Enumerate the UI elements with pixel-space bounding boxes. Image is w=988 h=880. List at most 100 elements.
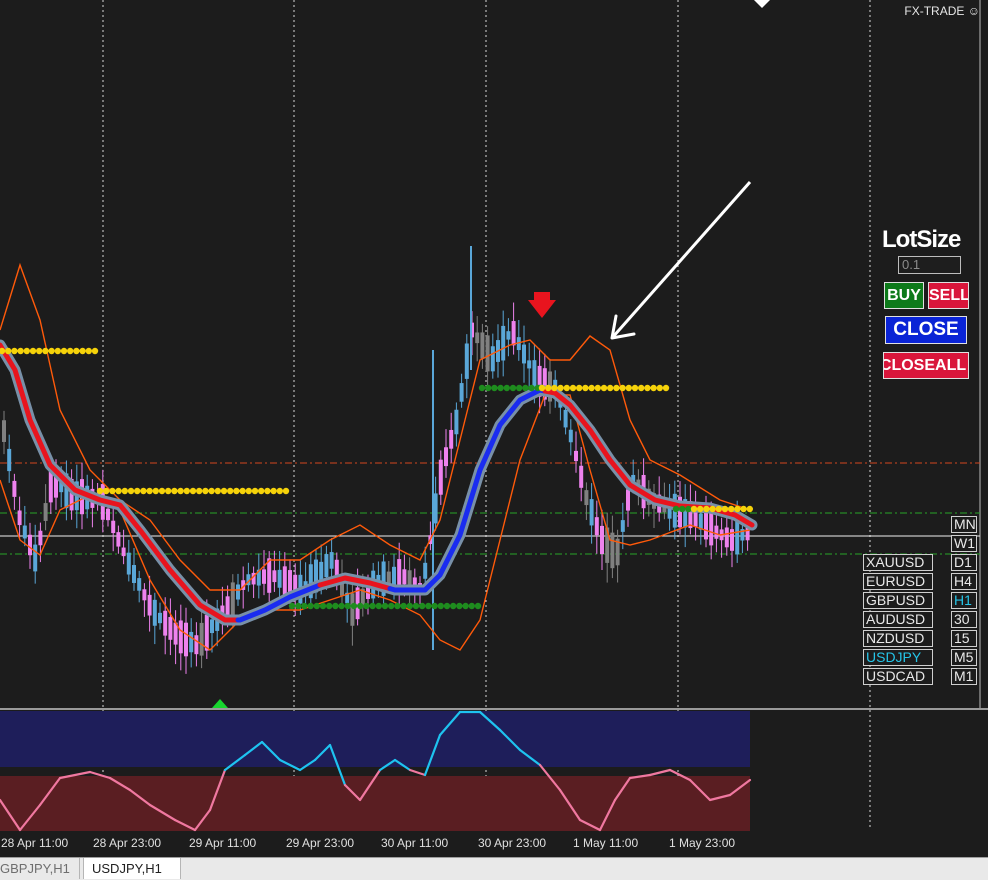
support-dot [450, 602, 457, 610]
timeframe-button-mn[interactable]: MN [951, 516, 977, 533]
support-dot [474, 602, 482, 610]
candle-body [449, 429, 454, 449]
symbol-button-xauusd[interactable]: XAUUSD [863, 554, 933, 571]
candle-body [163, 610, 168, 636]
support-dot [412, 602, 420, 610]
buy-button[interactable]: BUY [884, 282, 924, 309]
support-dot [406, 602, 413, 610]
timeframe-button-w1[interactable]: W1 [951, 535, 977, 552]
resistance-dot [103, 487, 110, 495]
candle-body [7, 448, 12, 472]
candle-body [236, 584, 240, 600]
oscillator-pane [0, 710, 752, 832]
resistance-dot [709, 505, 716, 513]
price-chart[interactable]: FX-TRADE ☺ LotSize 0.1 BUY SELL CLOSE CL… [0, 0, 988, 857]
candle-body [111, 520, 116, 534]
time-axis-label: 1 May 11:00 [573, 836, 639, 850]
support-dot [363, 602, 370, 610]
resistance-dot [538, 384, 546, 392]
candle-body [438, 459, 443, 495]
resistance-dot [588, 384, 595, 392]
resistance-dot [270, 487, 277, 495]
resistance-dot [276, 487, 283, 495]
symbol-button-usdcad[interactable]: USDCAD [863, 668, 933, 685]
ma-segment [235, 582, 323, 623]
candle-body [735, 520, 740, 555]
candle-body [589, 499, 594, 526]
candle-body [480, 332, 485, 359]
timeframe-button-15[interactable]: 15 [951, 630, 977, 647]
resistance-dot [42, 347, 49, 355]
resistance-dot [67, 347, 74, 355]
support-dot [437, 602, 444, 610]
support-dot [503, 384, 510, 392]
timeframe-button-m5[interactable]: M5 [951, 649, 977, 666]
time-gridlines [0, 0, 988, 830]
symbol-button-usdjpy[interactable]: USDJPY [863, 649, 933, 666]
support-dot [381, 602, 389, 610]
resistance-dot [36, 347, 43, 355]
tab-usdjpy-h1[interactable]: USDJPY,H1 [83, 858, 181, 879]
resistance-dot [594, 384, 601, 392]
resistance-dot [171, 487, 178, 495]
timeframe-button-d1[interactable]: D1 [951, 554, 977, 571]
sell-button[interactable]: SELL [928, 282, 969, 309]
resistance-dot [202, 487, 209, 495]
symbol-button-nzdusd[interactable]: NZDUSD [863, 630, 933, 647]
support-dot [425, 602, 432, 610]
tab-gbpjpy-h1[interactable]: GBPJPY,H1 [0, 858, 80, 879]
timeframe-button-m1[interactable]: M1 [951, 668, 977, 685]
resistance-dot [576, 384, 583, 392]
candle-body [620, 520, 625, 532]
candle-body [600, 525, 604, 555]
timeframe-button-h4[interactable]: H4 [951, 573, 977, 590]
support-dot [478, 384, 486, 392]
lot-size-title: LotSize [882, 226, 961, 253]
buy-signal-icon [212, 699, 228, 708]
candle-body [121, 547, 126, 557]
candle-body [137, 578, 142, 591]
support-dot [332, 602, 339, 610]
chart-canvas[interactable] [0, 0, 988, 857]
resistance-dot [96, 487, 104, 495]
time-axis-label: 29 Apr 23:00 [286, 836, 355, 850]
resistance-dot [189, 487, 197, 495]
resistance-dot [73, 347, 80, 355]
resistance-dot [91, 347, 99, 355]
annotation-arrow-icon [610, 181, 752, 339]
candle-body [459, 383, 464, 402]
candle-body [272, 570, 277, 583]
closeall-button[interactable]: CLOSEALL [883, 352, 969, 379]
resistance-dot [613, 384, 620, 392]
candle-body [444, 447, 448, 467]
resistance-dot [121, 487, 128, 495]
symbol-button-gbpusd[interactable]: GBPUSD [863, 592, 933, 609]
symbol-button-audusd[interactable]: AUDUSD [863, 611, 933, 628]
lot-size-input[interactable]: 0.1 [898, 256, 961, 274]
candle-body [532, 360, 537, 390]
symbol-button-eurusd[interactable]: EURUSD [863, 573, 933, 590]
resistance-dot [721, 505, 729, 513]
resistance-dot [165, 487, 172, 495]
support-dot [419, 602, 426, 610]
resistance-dot [715, 505, 722, 513]
candle-body [490, 346, 495, 372]
oscillator-line [648, 768, 672, 777]
support-dot [522, 384, 529, 392]
resistance-dot [625, 384, 632, 392]
close-button[interactable]: CLOSE [885, 316, 967, 344]
candle-body [329, 552, 334, 569]
support-dot [685, 505, 692, 513]
timeframe-button-30[interactable]: 30 [951, 611, 977, 628]
candle-body [106, 508, 110, 521]
support-dot [491, 384, 498, 392]
time-axis-label: 28 Apr 11:00 [1, 836, 69, 850]
upper-envelope [0, 262, 751, 591]
resistance-dot [220, 487, 228, 495]
support-dot [394, 602, 401, 610]
support-dot [462, 602, 469, 610]
chart-tab-bar: GBPJPY,H1 USDJPY,H1 [0, 857, 988, 880]
timeframe-button-h1[interactable]: H1 [951, 592, 977, 609]
candle-body [2, 420, 6, 442]
candle-body [506, 331, 511, 340]
